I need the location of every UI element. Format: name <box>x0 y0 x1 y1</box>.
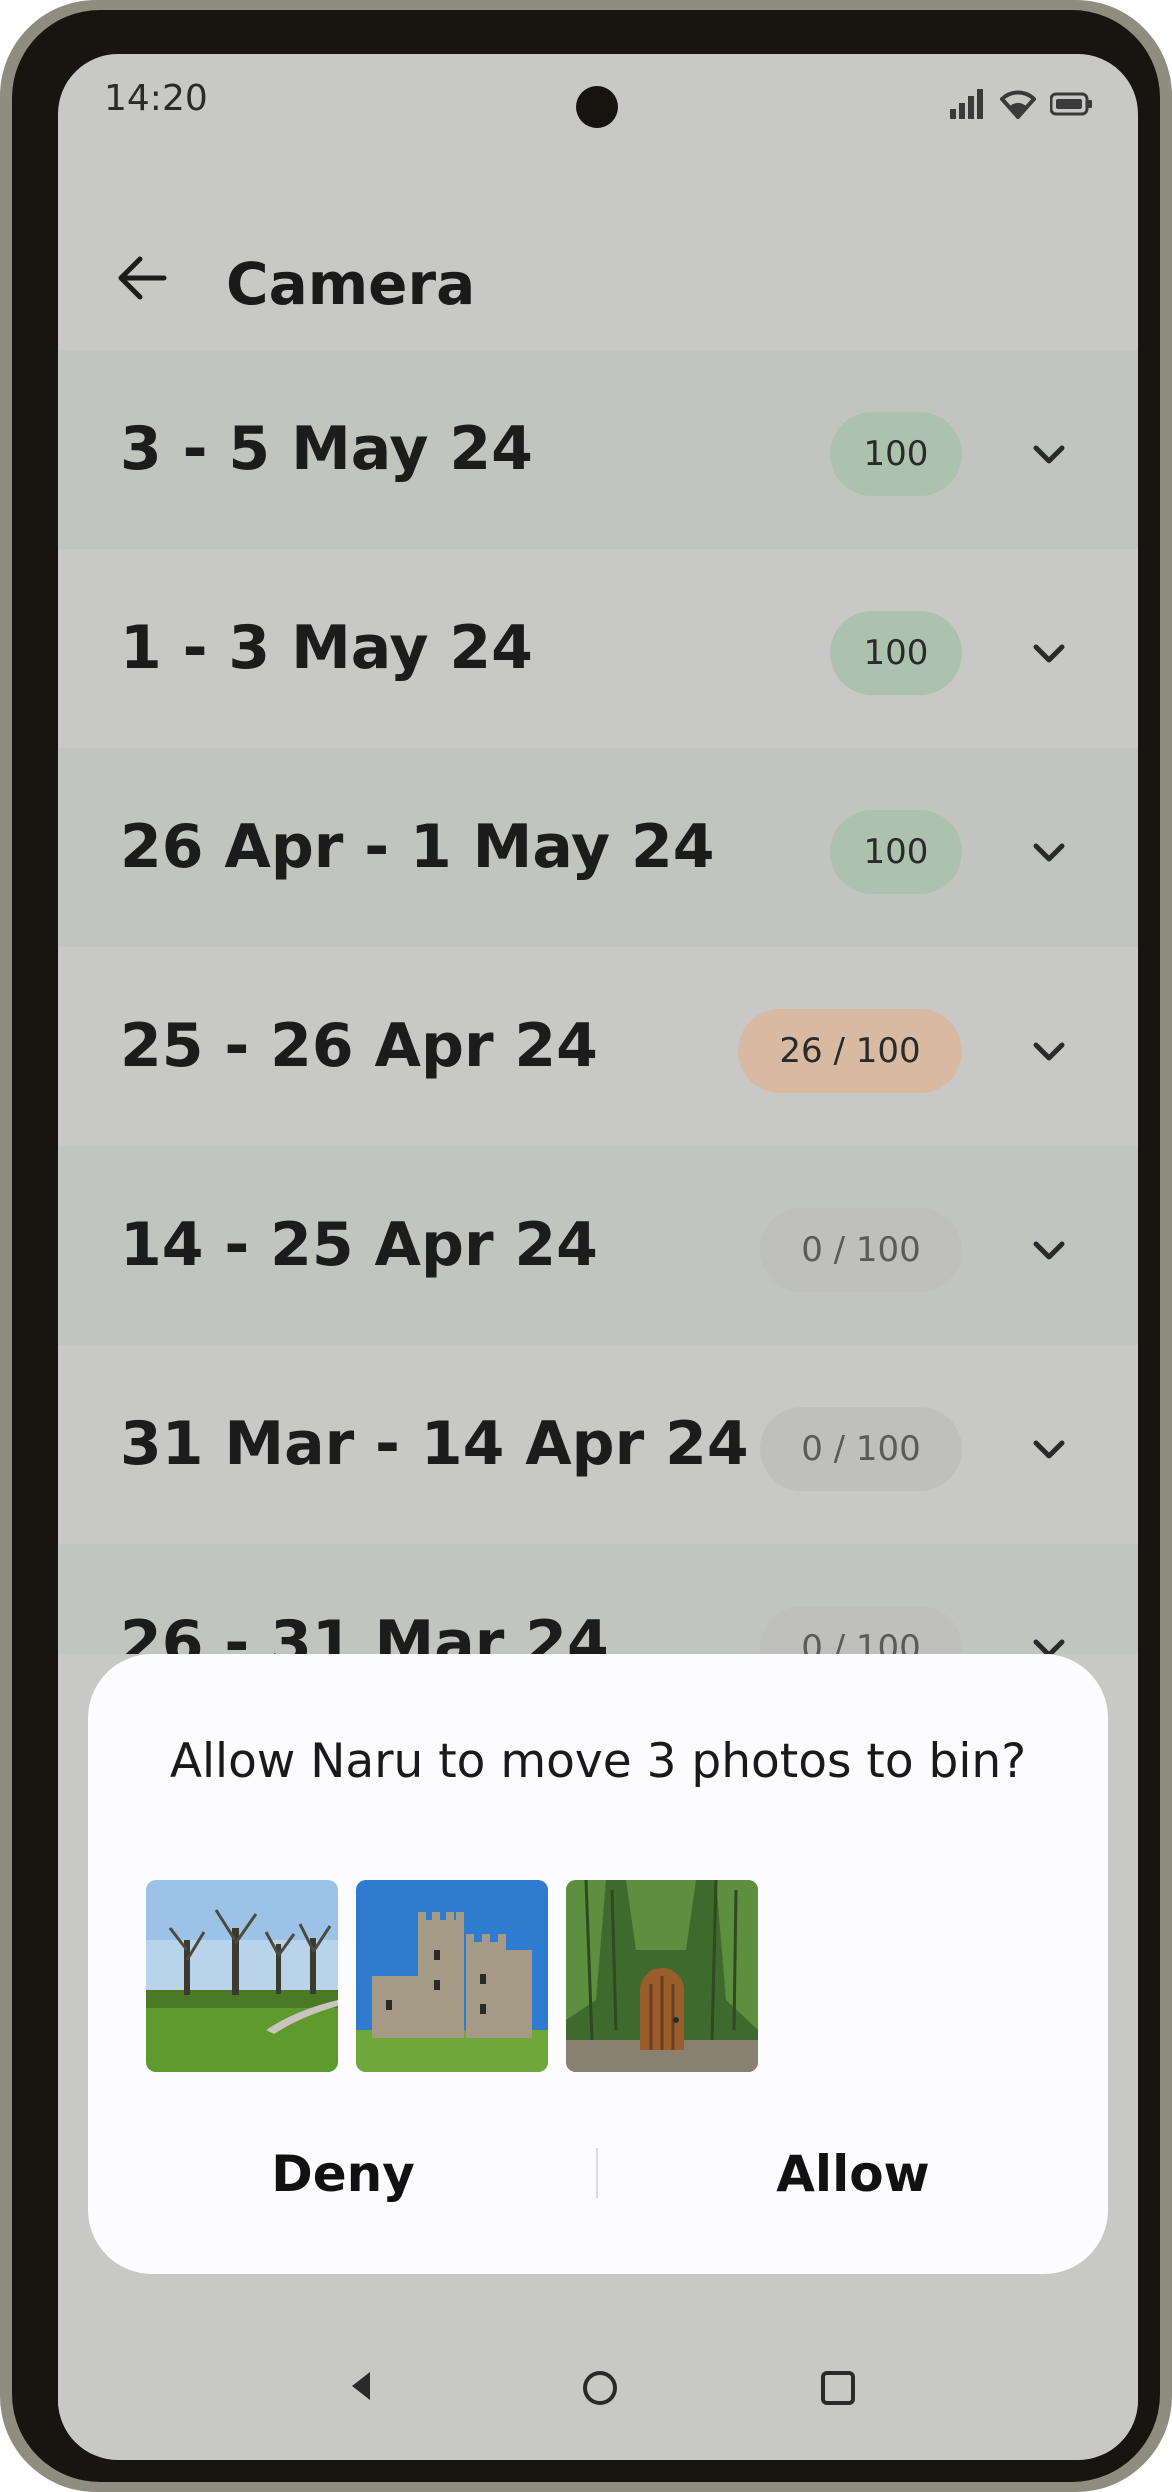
thumbnail-strip <box>146 1880 758 2072</box>
chevron-down-icon[interactable] <box>1026 1427 1072 1473</box>
chevron-down-icon[interactable] <box>1026 432 1072 478</box>
date-group-row[interactable]: 25 - 26 Apr 24 26 / 100 <box>58 947 1138 1146</box>
chevron-down-icon[interactable] <box>1026 1228 1072 1274</box>
navigation-bar <box>58 2320 1138 2460</box>
date-group-label: 3 - 5 May 24 <box>120 414 533 484</box>
device-bezel: 14:20 Camera 3 - 5 May 24 100 1 - 3 May … <box>12 10 1160 2482</box>
count-badge: 0 / 100 <box>760 1208 962 1292</box>
nav-home-icon[interactable] <box>580 2368 620 2412</box>
date-group-label: 25 - 26 Apr 24 <box>120 1011 598 1081</box>
wifi-icon <box>1000 89 1036 119</box>
status-bar: 14:20 <box>58 54 1138 152</box>
status-icons <box>950 84 1094 124</box>
nav-back-icon[interactable] <box>344 2366 378 2410</box>
date-group-label: 14 - 25 Apr 24 <box>120 1210 598 1280</box>
count-badge: 100 <box>830 810 962 894</box>
deny-button[interactable]: Deny <box>88 2124 598 2224</box>
date-group-label: 1 - 3 May 24 <box>120 613 533 683</box>
chevron-down-icon[interactable] <box>1026 830 1072 876</box>
park-trees-photo <box>146 1880 338 2072</box>
status-time: 14:20 <box>104 78 208 119</box>
dialog-question: Allow Naru to move 3 photos to bin? <box>169 1734 1027 1789</box>
date-group-row[interactable]: 31 Mar - 14 Apr 24 0 / 100 <box>58 1345 1138 1544</box>
device-frame: 14:20 Camera 3 - 5 May 24 100 1 - 3 May … <box>0 0 1172 2492</box>
date-group-row[interactable]: 26 Apr - 1 May 24 100 <box>58 748 1138 947</box>
date-group-row[interactable]: 14 - 25 Apr 24 0 / 100 <box>58 1146 1138 1345</box>
dialog-actions: Deny Allow <box>88 2124 1108 2224</box>
page-title: Camera <box>226 250 476 318</box>
date-group-label: 31 Mar - 14 Apr 24 <box>120 1409 749 1479</box>
chevron-down-icon[interactable] <box>1026 631 1072 677</box>
battery-icon <box>1050 91 1094 117</box>
count-badge: 100 <box>830 611 962 695</box>
date-group-row[interactable]: 3 - 5 May 24 100 <box>58 350 1138 549</box>
count-badge: 26 / 100 <box>738 1009 962 1093</box>
count-badge: 0 / 100 <box>760 1407 962 1491</box>
nav-recents-icon[interactable] <box>820 2370 856 2410</box>
date-group-label: 26 Apr - 1 May 24 <box>120 812 715 882</box>
allow-button[interactable]: Allow <box>598 2124 1108 2224</box>
date-group-list: 3 - 5 May 24 100 1 - 3 May 24 100 26 Apr… <box>58 350 1138 1743</box>
chevron-down-icon[interactable] <box>1026 1029 1072 1075</box>
castle-photo <box>356 1880 548 2072</box>
date-group-row[interactable]: 1 - 3 May 24 100 <box>58 549 1138 748</box>
signal-icon <box>950 89 986 119</box>
permission-dialog: Allow Naru to move 3 photos to bin? Deny… <box>88 1654 1108 2274</box>
screen: 14:20 Camera 3 - 5 May 24 100 1 - 3 May … <box>58 54 1138 2460</box>
front-camera <box>576 86 618 128</box>
wooden-door-photo <box>566 1880 758 2072</box>
arrow-left-icon[interactable] <box>110 246 174 310</box>
count-badge: 100 <box>830 412 962 496</box>
